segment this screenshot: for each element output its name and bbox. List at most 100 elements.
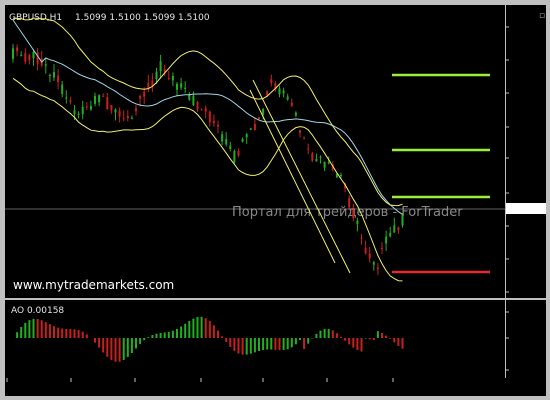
candle-body	[278, 88, 281, 95]
candle-body	[286, 96, 289, 100]
candle-body	[135, 108, 137, 111]
candle-body	[290, 102, 293, 107]
candle-body	[212, 120, 215, 124]
candle-body	[159, 61, 162, 71]
candle-body	[327, 162, 330, 164]
candle-body	[151, 80, 154, 86]
candle-body	[253, 124, 256, 131]
candle-body	[48, 74, 51, 76]
candle-body	[180, 83, 183, 88]
current-price-tag	[506, 203, 546, 214]
fib-trend-line-2	[249, 89, 336, 264]
candle-body	[315, 159, 318, 162]
candle-body	[352, 207, 355, 218]
candle-body	[106, 97, 109, 109]
bollinger-upper-band	[12, 17, 403, 207]
candle-body	[130, 117, 133, 119]
overlay-text: Портал для трейдеров - ForTrader	[232, 205, 463, 220]
candle-body	[241, 138, 244, 142]
time-axis	[6, 378, 394, 382]
candle-body	[294, 112, 297, 116]
watermark-text: www.mytrademarkets.com	[13, 278, 174, 292]
candle-body	[98, 95, 101, 103]
candle-body	[237, 150, 240, 156]
moving-average-line	[12, 19, 403, 215]
candle-body	[53, 72, 55, 78]
candle-body	[258, 117, 260, 120]
candle-body	[368, 253, 371, 259]
candle-body	[364, 248, 367, 254]
candle-body	[28, 55, 31, 61]
ao-indicator-panel[interactable]: AO 0.00158	[5, 300, 546, 378]
candle-body	[270, 79, 273, 84]
candle-body	[217, 124, 219, 127]
ohlc-values: 1.5099 1.5100 1.5099 1.5100	[75, 13, 210, 23]
candle-body	[89, 105, 92, 110]
candle-body	[389, 232, 392, 237]
candle-body	[24, 53, 27, 62]
candle-body	[200, 109, 203, 111]
candle-body	[61, 84, 64, 94]
candle-body	[110, 105, 113, 111]
candle-body	[77, 113, 80, 115]
candle-body	[393, 225, 396, 233]
candle-body	[114, 109, 117, 113]
bollinger-lower-band	[12, 77, 403, 282]
candle-body	[16, 47, 19, 52]
candle-body	[376, 267, 379, 269]
candle-body	[233, 151, 236, 163]
candle-body	[32, 51, 35, 59]
candle-body	[118, 110, 121, 117]
candle-body	[360, 237, 363, 239]
price-chart[interactable]: GBPUSD,H1 1.5099 1.5100 1.5099 1.5100 ww…	[5, 5, 546, 298]
candle-body	[282, 90, 285, 94]
candle-body	[311, 153, 314, 161]
candle-body	[385, 236, 388, 244]
candle-body	[221, 134, 224, 142]
candle-body	[57, 75, 60, 83]
candle-body	[69, 100, 72, 102]
candle-body	[171, 75, 174, 81]
candle-body	[94, 96, 96, 104]
close-icon[interactable]: ▫	[537, 11, 547, 21]
candle-body	[262, 108, 265, 115]
candle-body	[229, 145, 232, 149]
candle-body	[323, 161, 326, 168]
candle-body	[12, 48, 14, 59]
candle-body	[176, 83, 178, 90]
candle-body	[356, 220, 359, 224]
price-chart-panel[interactable]: GBPUSD,H1 1.5099 1.5100 1.5099 1.5100 ww…	[5, 5, 546, 298]
candle-body	[397, 227, 400, 231]
candle-body	[44, 64, 47, 66]
candle-body	[36, 52, 39, 64]
candle-body	[204, 107, 207, 112]
candle-body	[65, 97, 68, 99]
candle-body	[266, 90, 269, 96]
candle-body	[126, 115, 129, 119]
candle-body	[167, 78, 170, 80]
candle-body	[381, 247, 383, 249]
candle-body	[225, 139, 228, 145]
candle-body	[85, 106, 88, 108]
chart-window[interactable]: GBPUSD,H1 1.5099 1.5100 1.5099 1.5100 ww…	[5, 5, 546, 396]
candle-body	[372, 262, 375, 265]
ao-histogram: AO 0.00158	[11, 300, 509, 378]
candle-body	[307, 148, 310, 150]
candle-body	[299, 130, 301, 133]
candle-body	[139, 95, 142, 99]
candle-body	[249, 128, 252, 130]
candle-body	[348, 198, 351, 208]
candle-body	[102, 95, 105, 97]
candle-body	[340, 175, 342, 177]
candle-body	[147, 82, 150, 89]
candle-body	[20, 54, 23, 56]
candle-body	[319, 156, 322, 158]
candle-body	[401, 213, 404, 226]
candle-body	[196, 101, 199, 110]
fib-trend-line	[252, 79, 351, 274]
candle-body	[184, 87, 187, 90]
candle-body	[122, 118, 125, 120]
candle-body	[155, 71, 158, 80]
candle-body	[303, 137, 306, 139]
trading-terminal: GBPUSD,H1 1.5099 1.5100 1.5099 1.5100 ww…	[0, 0, 550, 400]
